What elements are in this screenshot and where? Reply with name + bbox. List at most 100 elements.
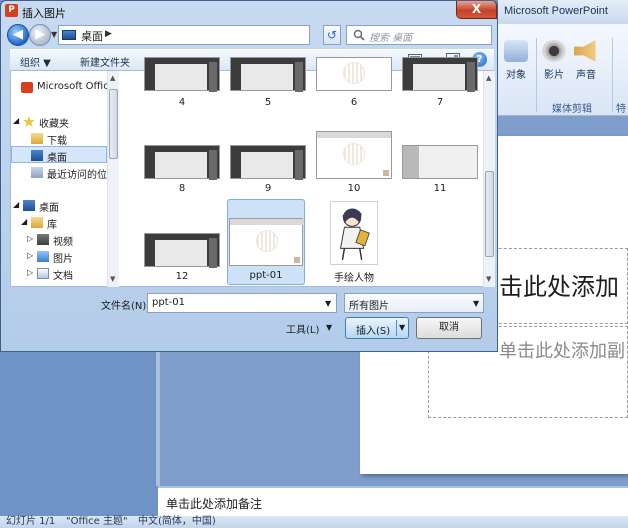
refresh-button[interactable]: ↺	[323, 25, 341, 45]
nav-item-label: 收藏夹	[39, 119, 69, 130]
subtitle-placeholder-text: 单击此处添加副	[499, 341, 625, 362]
cancel-button[interactable]: 取消	[416, 317, 482, 339]
expand-triangle-icon[interactable]: ▷	[27, 268, 33, 277]
notes-placeholder: 单击此处添加备注	[166, 497, 263, 511]
expand-triangle-icon[interactable]: ▷	[27, 234, 33, 243]
notes-pane[interactable]: 单击此处添加备注	[158, 486, 628, 516]
video-library-icon	[37, 234, 49, 245]
status-theme: "Office 主题"	[66, 516, 128, 527]
nav-item-videos[interactable]: ▷ 视频	[11, 231, 107, 248]
ppt-title: Microsoft PowerPoint	[504, 5, 608, 17]
sound-label: 声音	[576, 70, 596, 81]
ribbon-sound-button[interactable]: 声音	[574, 40, 598, 81]
filetype-select[interactable]: 所有图片	[344, 293, 484, 313]
file-item[interactable]: 11	[402, 131, 478, 195]
file-thumbnail	[316, 131, 392, 179]
nav-item-downloads[interactable]: 下载	[11, 130, 107, 147]
scroll-thumb[interactable]	[109, 89, 118, 159]
scroll-thumb[interactable]	[485, 171, 494, 257]
file-item[interactable]: 6	[316, 57, 392, 111]
file-thumbnail	[144, 233, 220, 268]
nav-item-pictures[interactable]: ▷ 图片	[11, 248, 107, 265]
nav-item-label: 文档	[53, 271, 73, 282]
status-slide: 幻灯片 1/1	[6, 516, 56, 527]
document-library-icon	[37, 268, 49, 279]
filename-input[interactable]: ppt-01	[147, 293, 337, 313]
nav-item-label: 图片	[53, 254, 73, 265]
file-item[interactable]: 9	[230, 131, 306, 195]
insert-label: 插入(S)	[356, 326, 391, 337]
circle-pattern-icon	[256, 230, 278, 252]
tools-dropdown-icon[interactable]: ▼	[326, 323, 332, 332]
file-label: 9	[264, 183, 272, 194]
file-list-scrollbar[interactable]: ▲ ▼	[483, 71, 495, 287]
file-item[interactable]: 4	[144, 57, 220, 111]
file-item[interactable]: 手绘人物	[316, 199, 392, 285]
file-label: ppt-01	[249, 270, 283, 281]
slides-pane	[0, 352, 156, 486]
navigation-scrollbar[interactable]: ▲ ▼	[107, 71, 119, 287]
scroll-up-icon[interactable]: ▲	[486, 74, 491, 82]
file-item-selected[interactable]: ppt-01	[227, 199, 305, 285]
movie-label: 影片	[544, 70, 564, 81]
expand-triangle-icon[interactable]: ◢	[13, 200, 19, 209]
insert-button[interactable]: 插入(S) ▼	[345, 317, 409, 339]
file-label: 6	[350, 97, 358, 108]
nav-item-desktop-root[interactable]: ◢ 桌面	[11, 197, 107, 214]
filename-label: 文件名(N):	[101, 301, 150, 312]
forward-arrow-icon[interactable]: ▶	[29, 24, 51, 46]
nav-item-microsoft-office[interactable]: Microsoft Office	[11, 79, 115, 96]
ribbon-movie-button[interactable]: 影片	[542, 40, 566, 81]
star-icon	[23, 116, 35, 127]
office-logo-icon: P	[5, 4, 18, 17]
chevron-right-icon[interactable]: ▶	[105, 29, 112, 39]
insert-options-dropdown-icon[interactable]: ▼	[399, 323, 405, 332]
tools-menu[interactable]: 工具(L)	[286, 321, 319, 336]
filename-dropdown-icon[interactable]: ▼	[325, 299, 331, 308]
character-drawing-icon	[340, 208, 370, 260]
ribbon-separator	[536, 38, 537, 112]
file-item[interactable]: 10	[316, 131, 392, 195]
nav-item-libraries[interactable]: ◢ 库	[11, 214, 107, 231]
cancel-label: 取消	[439, 322, 459, 333]
ribbon-object-button[interactable]: 对象	[504, 40, 528, 81]
back-arrow-icon[interactable]: ◀	[7, 24, 29, 46]
file-label: 12	[175, 271, 189, 282]
circle-pattern-icon	[343, 62, 365, 84]
dialog-title: 插入图片	[22, 7, 66, 20]
file-item[interactable]: 8	[144, 131, 220, 195]
nav-item-recent-places[interactable]: 最近访问的位置	[11, 164, 117, 181]
nav-item-documents[interactable]: ▷ 文档	[11, 265, 107, 282]
expand-triangle-icon[interactable]: ◢	[13, 116, 19, 125]
nav-item-label: 桌面	[39, 203, 59, 214]
filetype-dropdown-icon[interactable]: ▼	[473, 299, 479, 308]
scroll-up-icon[interactable]: ▲	[110, 74, 115, 82]
search-input[interactable]: 搜索 桌面	[346, 25, 492, 45]
nav-item-desktop[interactable]: 桌面	[11, 146, 107, 164]
new-folder-button[interactable]: 新建文件夹	[80, 54, 130, 69]
expand-triangle-icon[interactable]: ◢	[21, 217, 27, 226]
browser-content: Microsoft Office ◢ 收藏夹 下载 桌面 最近访问的位置 ◢ 桌…	[10, 57, 495, 287]
file-thumbnail	[230, 145, 306, 180]
file-thumbnail	[230, 57, 306, 92]
organize-menu[interactable]: 组织 ▼	[20, 54, 51, 69]
dialog-title-bar[interactable]: P 插入图片 X	[1, 1, 497, 21]
scroll-down-icon[interactable]: ▼	[110, 275, 115, 283]
navigation-bar: ◀ ▶ ▼ 桌面 ▶ ▼ ↺ 搜索 桌面	[1, 21, 497, 49]
file-label: 8	[178, 183, 186, 194]
file-label: 7	[436, 97, 444, 108]
film-reel-icon	[542, 40, 566, 62]
scroll-down-icon[interactable]: ▼	[486, 275, 491, 283]
file-item[interactable]: 7	[402, 57, 478, 111]
filename-value: ppt-01	[152, 297, 185, 308]
ppt-ribbon: 对象 影片 声音 媒体剪辑 特	[498, 24, 628, 116]
title-placeholder-text: 击此处添加	[499, 273, 619, 301]
close-button[interactable]: X	[456, 1, 497, 19]
nav-item-favorites[interactable]: ◢ 收藏夹	[11, 113, 107, 130]
address-bar[interactable]: 桌面 ▶ ▼	[58, 25, 360, 45]
file-item[interactable]: 5	[230, 57, 306, 111]
recent-pages-dropdown-icon[interactable]: ▼	[51, 30, 57, 39]
file-thumbnail	[144, 145, 220, 180]
file-item[interactable]: 12	[144, 215, 220, 282]
expand-triangle-icon[interactable]: ▷	[27, 251, 33, 260]
